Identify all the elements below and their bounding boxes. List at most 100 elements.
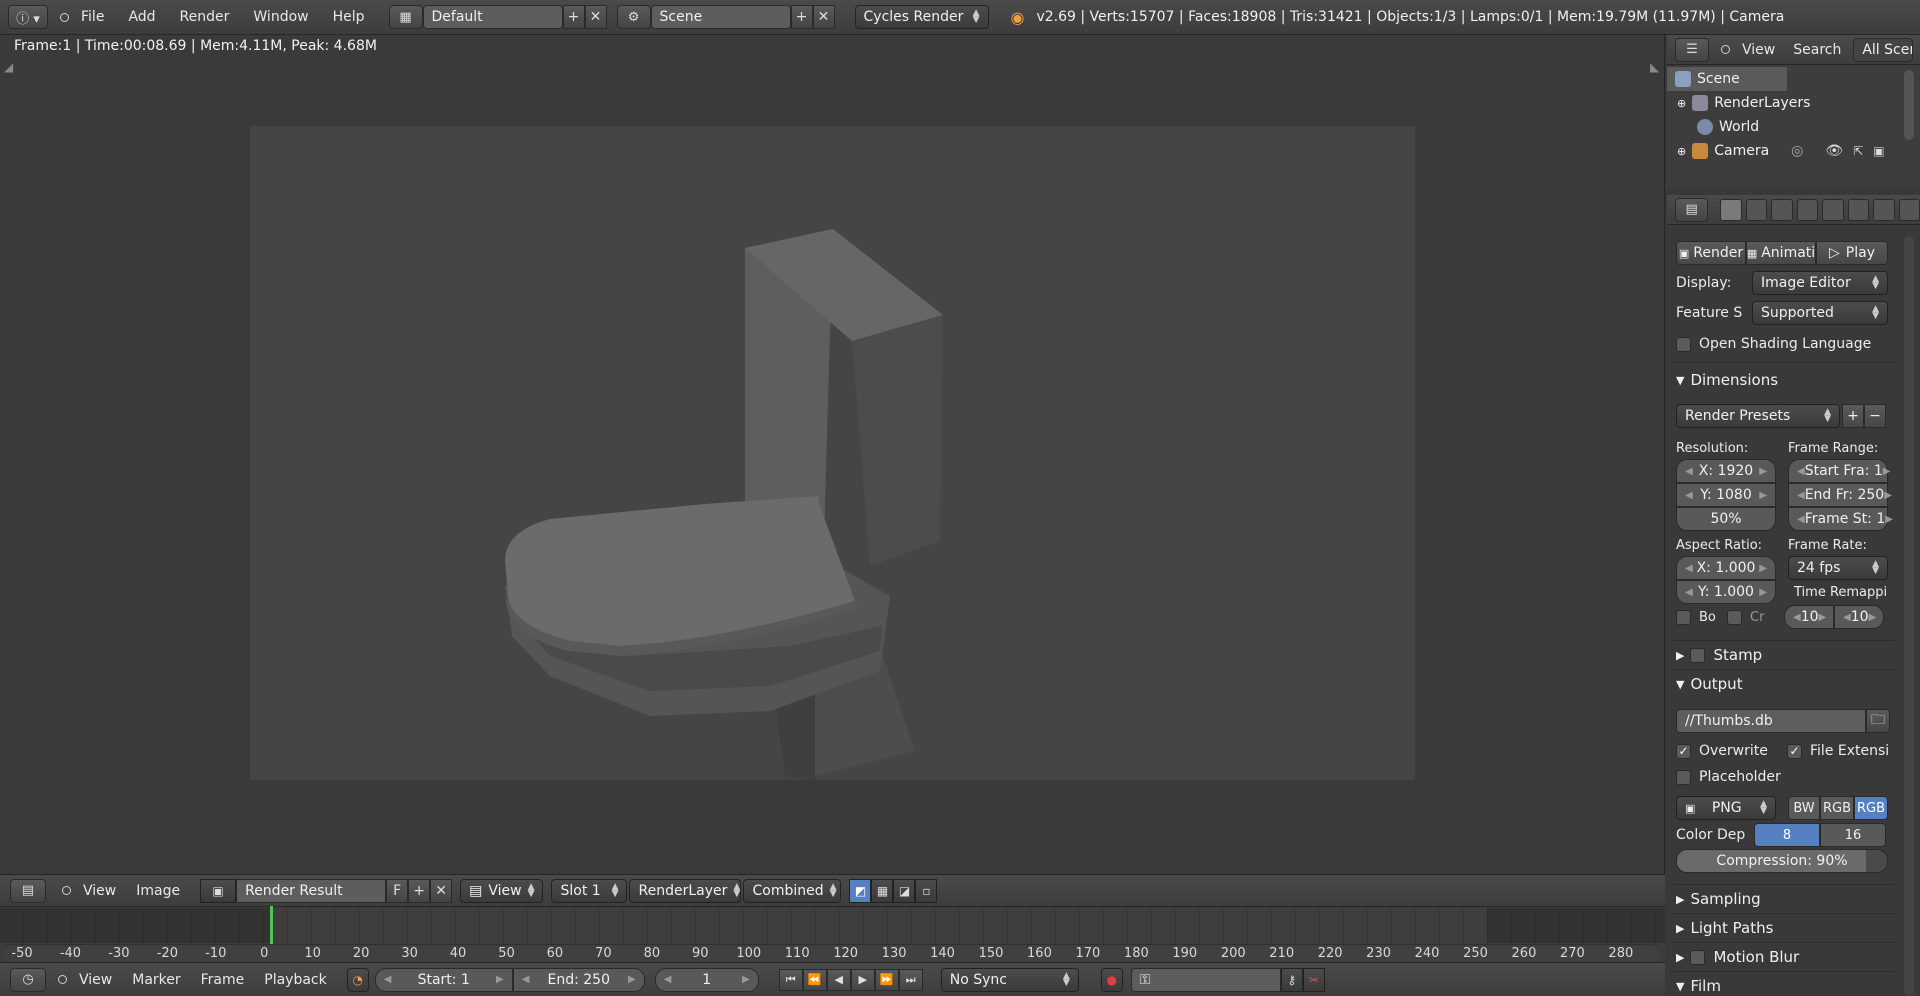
tab-world-icon[interactable] <box>1796 198 1819 221</box>
increment-arrow-icon[interactable]: ▶ <box>496 974 504 985</box>
jump-end-icon[interactable]: ⏭ <box>898 968 923 991</box>
selectability-cursor-icon[interactable]: ⇱ <box>1853 144 1863 158</box>
collapse-menu-icon[interactable] <box>58 975 67 984</box>
increment-arrow-icon[interactable]: ▶ <box>1885 514 1893 525</box>
menu-search[interactable]: Search <box>1793 42 1841 58</box>
decrement-arrow-icon[interactable]: ◀ <box>384 974 392 985</box>
outliner-item-renderlayers[interactable]: ⊕ RenderLayers <box>1667 91 1920 115</box>
play-animation-button[interactable]: ▷ Play <box>1816 241 1888 265</box>
delete-keyframe-icon[interactable]: ✂ <box>1302 967 1325 992</box>
outliner-item-world[interactable]: World <box>1667 115 1920 139</box>
render-button[interactable]: ▣ Render <box>1676 241 1746 265</box>
compression-slider[interactable]: Compression: 90% <box>1676 849 1888 873</box>
increment-arrow-icon[interactable]: ▶ <box>1759 490 1767 501</box>
remap-new-field[interactable]: ◀ 10 ▶ <box>1834 605 1884 629</box>
color-mode-rgb-button[interactable]: RGB <box>1820 796 1854 820</box>
editor-type-properties-button[interactable]: ▤ <box>1675 197 1709 222</box>
keying-set-field[interactable]: ⚿ <box>1130 967 1281 992</box>
stamp-panel-header[interactable]: ▶ Stamp <box>1676 643 1890 667</box>
outliner-scrollbar[interactable] <box>1904 70 1914 140</box>
menu-help[interactable]: Help <box>333 9 365 25</box>
add-preset-button[interactable]: + <box>1842 404 1864 428</box>
decrement-arrow-icon[interactable]: ◀ <box>1797 466 1805 477</box>
increment-arrow-icon[interactable]: ▶ <box>1883 466 1891 477</box>
view-mode-dropdown[interactable]: ▤ View ▲ ▼ <box>460 878 544 903</box>
visibility-eye-icon[interactable]: 👁 <box>1825 143 1843 159</box>
decrement-arrow-icon[interactable]: ◀ <box>1685 490 1693 501</box>
browse-image-icon[interactable]: ▣ <box>200 878 237 903</box>
display-mode-dropdown[interactable]: All Scenes <box>1853 37 1914 62</box>
remove-scene-button[interactable]: ✕ <box>812 5 835 29</box>
scene-field[interactable]: Scene <box>650 5 791 29</box>
menu-view[interactable]: View <box>79 972 112 988</box>
menu-file[interactable]: File <box>81 9 104 25</box>
menu-frame[interactable]: Frame <box>201 972 245 988</box>
expand-icon[interactable]: ⊕ <box>1677 145 1686 158</box>
increment-arrow-icon[interactable]: ▶ <box>1759 587 1767 598</box>
screen-layout-field[interactable]: Default <box>422 5 563 29</box>
decrement-arrow-icon[interactable]: ◀ <box>1797 514 1805 525</box>
menu-view[interactable]: View <box>1742 42 1775 58</box>
end-frame-field[interactable]: ◀ End Fr: 250 ▶ <box>1788 483 1892 507</box>
draw-image-color-alpha-icon[interactable]: ◩ <box>849 878 872 903</box>
draw-zbuffer-icon[interactable]: ▫ <box>915 878 938 903</box>
scene-icon[interactable]: ⚙ <box>616 5 651 29</box>
current-frame-field[interactable]: ◀ 1 ▶ <box>654 967 759 992</box>
area-split-corner-icon[interactable]: ◣ <box>1650 60 1659 74</box>
decrement-arrow-icon[interactable]: ◀ <box>1843 612 1851 623</box>
frame-rate-dropdown[interactable]: 24 fps ▲ ▼ <box>1788 556 1888 580</box>
decrement-arrow-icon[interactable]: ◀ <box>1685 466 1693 477</box>
increment-arrow-icon[interactable]: ▶ <box>1884 490 1892 501</box>
menu-add[interactable]: Add <box>128 9 155 25</box>
film-panel-header[interactable]: ▼ Film <box>1676 974 1890 996</box>
editor-type-outliner-button[interactable]: ☰ <box>1675 37 1709 62</box>
render-animation-button[interactable]: ▦ Animati <box>1746 241 1816 265</box>
image-name-field[interactable]: Render Result <box>236 878 387 903</box>
sync-mode-dropdown[interactable]: No Sync ▲ ▼ <box>940 967 1079 992</box>
aspect-y-field[interactable]: ◀ Y: 1.000 ▶ <box>1676 580 1776 604</box>
tab-scene-icon[interactable] <box>1771 198 1793 221</box>
menu-image[interactable]: Image <box>136 883 180 899</box>
editor-type-info-button[interactable]: ⓘ ▾ <box>8 5 48 29</box>
decrement-arrow-icon[interactable]: ◀ <box>1793 612 1801 623</box>
jump-prev-keyframe-icon[interactable]: ⏪ <box>802 968 827 991</box>
render-presets-dropdown[interactable]: Render Presets ▲ ▼ <box>1676 404 1840 428</box>
outliner-item-scene[interactable]: Scene <box>1667 67 1787 91</box>
end-frame-field[interactable]: ◀ End: 250 ▶ <box>512 967 645 992</box>
area-split-corner-icon[interactable]: ◢ <box>4 60 13 74</box>
decrement-arrow-icon[interactable]: ◀ <box>1685 587 1693 598</box>
placeholder-checkbox[interactable] <box>1676 769 1691 785</box>
draw-alpha-checker-icon[interactable]: ▦ <box>871 878 894 903</box>
aspect-x-field[interactable]: ◀ X: 1.000 ▶ <box>1676 556 1776 580</box>
tab-render-icon[interactable] <box>1720 198 1742 221</box>
current-frame-cursor[interactable] <box>270 906 273 944</box>
color-mode-rgba-button[interactable]: RGB <box>1854 796 1888 820</box>
tab-data-icon[interactable] <box>1898 198 1920 221</box>
frame-step-field[interactable]: ◀ Frame St: 1 ▶ <box>1788 507 1893 531</box>
collapse-menu-icon[interactable] <box>62 886 71 895</box>
border-checkbox[interactable] <box>1676 609 1691 625</box>
start-frame-field[interactable]: ◀ Start: 1 ▶ <box>374 967 513 992</box>
menu-playback[interactable]: Playback <box>264 972 326 988</box>
fake-user-button[interactable]: F <box>386 878 409 903</box>
color-depth-16-button[interactable]: 16 <box>1820 823 1886 847</box>
tab-constraints-icon[interactable] <box>1847 198 1870 221</box>
render-pass-dropdown[interactable]: Combined ▲ ▼ <box>743 878 842 903</box>
increment-arrow-icon[interactable]: ▶ <box>1759 563 1767 574</box>
decrement-arrow-icon[interactable]: ◀ <box>1685 563 1693 574</box>
color-mode-bw-button[interactable]: BW <box>1788 796 1820 820</box>
remap-old-field[interactable]: ◀ 10 ▶ <box>1784 605 1834 629</box>
collapse-menu-icon[interactable] <box>60 12 69 22</box>
editor-type-image-button[interactable]: ▤ <box>10 878 46 903</box>
record-keyframe-icon[interactable]: ● <box>1100 967 1123 992</box>
decrement-arrow-icon[interactable]: ◀ <box>664 974 672 985</box>
expand-icon[interactable]: ⊕ <box>1677 97 1686 110</box>
menu-view[interactable]: View <box>83 883 116 899</box>
increment-arrow-icon[interactable]: ▶ <box>1819 612 1827 623</box>
start-frame-field[interactable]: ◀ Start Fra: 1 ▶ <box>1788 459 1891 483</box>
collapse-menu-icon[interactable] <box>1721 45 1730 54</box>
camera-data-icon[interactable]: ◎ <box>1791 143 1803 159</box>
jump-start-icon[interactable]: ⏮ <box>778 968 803 991</box>
decrement-arrow-icon[interactable]: ◀ <box>522 974 530 985</box>
file-format-dropdown[interactable]: ▣ PNG ▲ ▼ <box>1676 796 1776 820</box>
